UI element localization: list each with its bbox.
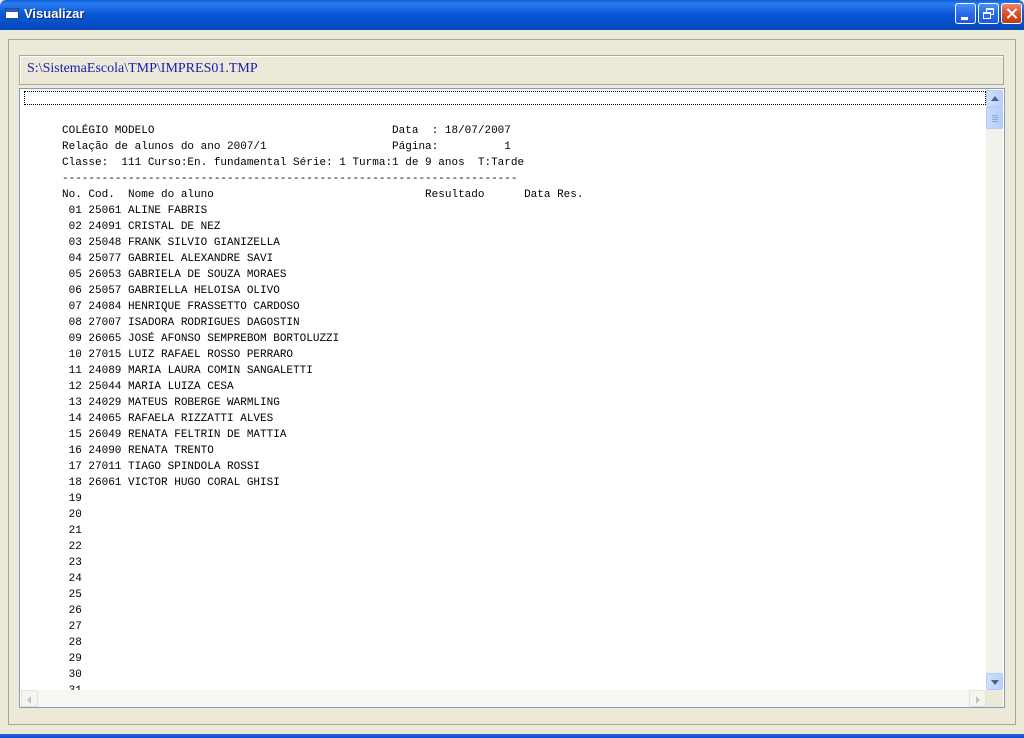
report-line: 06 25057 GABRIELLA HELOISA OLIVO — [62, 285, 280, 297]
minimize-button[interactable] — [955, 3, 976, 24]
report-line: 28 — [62, 637, 82, 649]
report-line: 10 27015 LUIZ RAFAEL ROSSO PERRARO — [62, 349, 294, 361]
report-line: 18 26061 VICTOR HUGO CORAL GHISI — [62, 477, 280, 489]
report-line: 13 24029 MATEUS ROBERGE WARMLING — [62, 397, 280, 409]
report-line: 09 26065 JOSÉ AFONSO SEMPREBOM BORTOLUZZ… — [62, 333, 340, 345]
report-line: 07 24084 HENRIQUE FRASSETTO CARDOSO — [62, 301, 300, 313]
close-button[interactable] — [1001, 3, 1022, 24]
scroll-right-button[interactable] — [969, 690, 986, 707]
scroll-up-button[interactable] — [986, 90, 1003, 107]
report-line: Classe: 111 Curso:En. fundamental Série:… — [62, 157, 525, 169]
report-line: 02 24091 CRISTAL DE NEZ — [62, 221, 221, 233]
report-line: 17 27011 TIAGO SPINDOLA ROSSI — [62, 461, 261, 473]
report-line: 01 25061 ALINE FABRIS — [62, 205, 208, 217]
report-line: 14 24065 RAFAELA RIZZATTI ALVES — [62, 413, 274, 425]
report-line: 04 25077 GABRIEL ALEXANDRE SAVI — [62, 253, 274, 265]
report-line: 23 — [62, 557, 82, 569]
scroll-left-button[interactable] — [21, 690, 38, 707]
grip-icon — [992, 121, 998, 122]
report-line: 29 — [62, 653, 82, 665]
report-line: 27 — [62, 621, 82, 633]
grip-icon — [992, 119, 998, 120]
report-line: 19 — [62, 493, 82, 505]
report-line: ----------------------------------------… — [62, 173, 518, 185]
vertical-scroll-thumb[interactable] — [986, 107, 1003, 129]
report-line: 15 26049 RENATA FELTRIN DE MATTIA — [62, 429, 287, 441]
vertical-scrollbar[interactable] — [986, 90, 1003, 690]
scroll-down-button[interactable] — [986, 673, 1003, 690]
report-line: 21 — [62, 525, 82, 537]
report-line: No. Cod. Nome do aluno Resultado Data Re… — [62, 189, 584, 201]
title-bar[interactable]: Visualizar — [0, 0, 1024, 30]
grip-icon — [992, 117, 998, 118]
focus-indicator — [24, 91, 986, 105]
report-line: 05 26053 GABRIELA DE SOUZA MORAES — [62, 269, 287, 281]
report-text[interactable]: COLÉGIO MODELO Data : 18/07/2007 Relação … — [62, 123, 982, 691]
restore-button[interactable] — [978, 3, 999, 24]
report-line: 03 25048 FRANK SILVIO GIANIZELLA — [62, 237, 280, 249]
file-path-bar: S:\SistemaEscola\TMP\IMPRES01.TMP — [19, 55, 1004, 85]
window-bottom-border — [0, 734, 1024, 738]
horizontal-scrollbar[interactable] — [21, 690, 986, 707]
grip-icon — [992, 115, 998, 116]
chevron-up-icon — [991, 96, 999, 101]
file-path-label: S:\SistemaEscola\TMP\IMPRES01.TMP — [27, 61, 258, 76]
scrollbar-corner — [986, 690, 1003, 707]
report-viewer[interactable]: COLÉGIO MODELO Data : 18/07/2007 Relação … — [19, 88, 1005, 708]
report-line: Relação de alunos do ano 2007/1 Página: … — [62, 141, 511, 153]
report-line: 22 — [62, 541, 82, 553]
chevron-right-icon — [976, 696, 980, 704]
report-line: 24 — [62, 573, 82, 585]
window-icon[interactable] — [5, 8, 19, 19]
report-line: 08 27007 ISADORA RODRIGUES DAGOSTIN — [62, 317, 300, 329]
report-line: 11 24089 MARIA LAURA COMIN SANGALETTI — [62, 365, 313, 377]
report-line: COLÉGIO MODELO Data : 18/07/2007 — [62, 125, 511, 137]
chevron-down-icon — [991, 680, 999, 685]
chevron-left-icon — [27, 696, 31, 704]
report-line: 25 — [62, 589, 82, 601]
report-line: 20 — [62, 509, 82, 521]
report-line: 30 — [62, 669, 82, 681]
window-title: Visualizar — [24, 6, 85, 21]
report-line: 12 25044 MARIA LUIZA CESA — [62, 381, 234, 393]
report-line: 16 24090 RENATA TRENTO — [62, 445, 214, 457]
report-line: 26 — [62, 605, 82, 617]
